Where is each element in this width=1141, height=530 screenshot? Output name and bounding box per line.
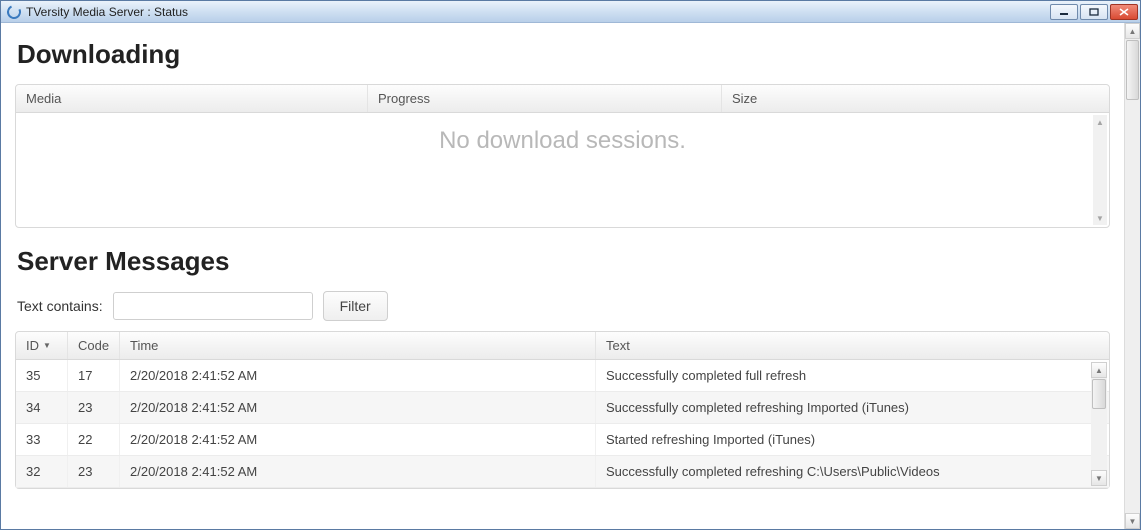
messages-body: 35172/20/2018 2:41:52 AMSuccessfully com… (16, 360, 1109, 488)
table-row[interactable]: 34232/20/2018 2:41:52 AMSuccessfully com… (16, 392, 1109, 424)
column-time[interactable]: Time (120, 332, 596, 359)
filter-label: Text contains: (17, 298, 103, 314)
window-title: TVersity Media Server : Status (26, 5, 188, 19)
downloads-panel: Media Progress Size No download sessions… (15, 84, 1110, 228)
table-row[interactable]: 35172/20/2018 2:41:52 AMSuccessfully com… (16, 360, 1109, 392)
scroll-up-icon[interactable]: ▲ (1125, 23, 1140, 39)
scroll-down-icon[interactable]: ▼ (1093, 211, 1107, 225)
cell-text: Successfully completed refreshing C:\Use… (596, 456, 1109, 487)
downloads-header: Media Progress Size (16, 85, 1109, 113)
cell-code: 17 (68, 360, 120, 391)
server-messages-heading: Server Messages (17, 246, 1110, 277)
cell-time: 2/20/2018 2:41:52 AM (120, 360, 596, 391)
cell-code: 23 (68, 392, 120, 423)
app-icon (5, 3, 23, 21)
app-window: TVersity Media Server : Status Downloadi… (0, 0, 1141, 530)
downloads-scrollbar[interactable]: ▲ ▼ (1093, 115, 1107, 225)
close-button[interactable] (1110, 4, 1138, 20)
column-media[interactable]: Media (16, 85, 368, 112)
cell-text: Successfully completed refreshing Import… (596, 392, 1109, 423)
content: Downloading Media Progress Size No downl… (1, 23, 1124, 529)
scroll-down-icon[interactable]: ▼ (1125, 513, 1140, 529)
minimize-button[interactable] (1050, 4, 1078, 20)
column-text[interactable]: Text (596, 332, 1109, 359)
scroll-up-icon[interactable]: ▲ (1093, 115, 1107, 129)
cell-text: Successfully completed full refresh (596, 360, 1109, 391)
minimize-icon (1059, 8, 1069, 16)
messages-panel: ID ▼ Code Time Text 35172/20/2018 2:41:5… (15, 331, 1110, 489)
downloads-empty-text: No download sessions. (439, 127, 686, 155)
scroll-thumb[interactable] (1126, 40, 1139, 100)
filter-row: Text contains: Filter (17, 291, 1110, 321)
cell-code: 23 (68, 456, 120, 487)
column-code[interactable]: Code (68, 332, 120, 359)
scroll-up-icon[interactable]: ▲ (1091, 362, 1107, 378)
column-progress[interactable]: Progress (368, 85, 722, 112)
filter-input[interactable] (113, 292, 313, 320)
sort-desc-icon: ▼ (43, 341, 51, 350)
cell-id: 33 (16, 424, 68, 455)
scroll-down-icon[interactable]: ▼ (1091, 470, 1107, 486)
cell-time: 2/20/2018 2:41:52 AM (120, 392, 596, 423)
downloads-body: No download sessions. ▲ ▼ (16, 113, 1109, 227)
cell-code: 22 (68, 424, 120, 455)
messages-scrollbar[interactable]: ▲ ▼ (1091, 362, 1107, 486)
table-row[interactable]: 33222/20/2018 2:41:52 AMStarted refreshi… (16, 424, 1109, 456)
titlebar[interactable]: TVersity Media Server : Status (1, 1, 1140, 23)
window-controls (1050, 4, 1138, 20)
cell-time: 2/20/2018 2:41:52 AM (120, 456, 596, 487)
cell-time: 2/20/2018 2:41:52 AM (120, 424, 596, 455)
cell-id: 32 (16, 456, 68, 487)
table-row[interactable]: 32232/20/2018 2:41:52 AMSuccessfully com… (16, 456, 1109, 488)
cell-text: Started refreshing Imported (iTunes) (596, 424, 1109, 455)
cell-id: 34 (16, 392, 68, 423)
downloading-heading: Downloading (17, 39, 1110, 70)
client-area: Downloading Media Progress Size No downl… (1, 23, 1140, 529)
page-scrollbar[interactable]: ▲ ▼ (1124, 23, 1140, 529)
filter-button[interactable]: Filter (323, 291, 388, 321)
column-size[interactable]: Size (722, 85, 1109, 112)
cell-id: 35 (16, 360, 68, 391)
scroll-thumb[interactable] (1092, 379, 1106, 409)
maximize-icon (1089, 8, 1099, 16)
messages-header: ID ▼ Code Time Text (16, 332, 1109, 360)
close-icon (1119, 8, 1129, 16)
column-id[interactable]: ID ▼ (16, 332, 68, 359)
column-id-label: ID (26, 338, 39, 353)
maximize-button[interactable] (1080, 4, 1108, 20)
